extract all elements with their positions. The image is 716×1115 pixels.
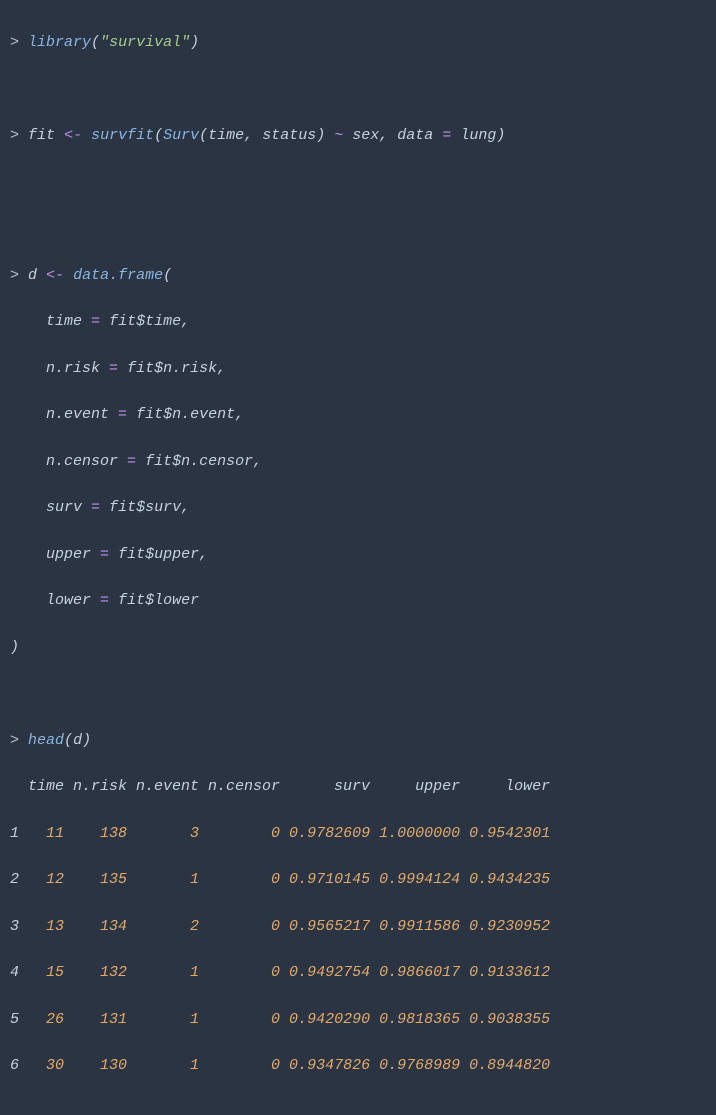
identifier: sex: [352, 127, 379, 144]
code-line: time = fit$time,: [10, 310, 706, 333]
code-line: > d <- data.frame(: [10, 264, 706, 287]
row-index: 3: [10, 918, 19, 935]
paren: (: [154, 127, 163, 144]
field-name: surv: [46, 499, 82, 516]
comma: ,: [253, 453, 262, 470]
code-line: surv = fit$surv,: [10, 496, 706, 519]
prompt-icon: >: [10, 127, 19, 144]
eq-op: =: [442, 127, 451, 144]
field-name: lower: [46, 592, 91, 609]
field-name: upper: [46, 546, 91, 563]
identifier: d: [28, 267, 37, 284]
row-index: 2: [10, 871, 19, 888]
table-row: 5 26 131 1 0 0.9420290 0.9818365 0.90383…: [10, 1008, 706, 1031]
comma: ,: [235, 406, 244, 423]
eq-op: =: [127, 453, 136, 470]
field-rhs: fit$lower: [118, 592, 199, 609]
prompt-icon: >: [10, 34, 19, 51]
code-line: ): [10, 636, 706, 659]
r-console[interactable]: > library("survival") > fit <- survfit(S…: [0, 0, 716, 1115]
field-rhs: fit$n.risk: [127, 360, 217, 377]
code-line: n.censor = fit$n.censor,: [10, 450, 706, 473]
fn-head: head: [28, 732, 64, 749]
field-name: time: [46, 313, 82, 330]
identifier: lung: [460, 127, 496, 144]
field-name: n.censor: [46, 453, 118, 470]
code-line: n.risk = fit$n.risk,: [10, 357, 706, 380]
code-line: > library("survival"): [10, 31, 706, 54]
paren: (: [64, 732, 73, 749]
identifier: status: [262, 127, 316, 144]
paren: ): [82, 732, 91, 749]
eq-op: =: [118, 406, 127, 423]
comma: ,: [244, 127, 262, 144]
blank-line: [10, 682, 706, 705]
table-row: 1 11 138 3 0 0.9782609 1.0000000 0.95423…: [10, 822, 706, 845]
blank-line: [10, 78, 706, 101]
assign-op: <-: [64, 127, 82, 144]
row-index: 4: [10, 964, 19, 981]
fn-dataframe: data.frame: [73, 267, 163, 284]
field-rhs: fit$time: [109, 313, 181, 330]
comma: ,: [199, 546, 208, 563]
tilde-op: ~: [334, 127, 343, 144]
code-line: > fit <- survfit(Surv(time, status) ~ se…: [10, 124, 706, 147]
prompt-icon: >: [10, 732, 19, 749]
row-values: 11 138 3 0 0.9782609 1.0000000 0.9542301: [19, 825, 550, 842]
row-values: 12 135 1 0 0.9710145 0.9994124 0.9434235: [19, 871, 550, 888]
field-rhs: fit$surv: [109, 499, 181, 516]
table-row: 4 15 132 1 0 0.9492754 0.9866017 0.91336…: [10, 961, 706, 984]
comma: ,: [181, 499, 190, 516]
code-line: > head(d): [10, 729, 706, 752]
comma: ,: [379, 127, 397, 144]
field-name: n.risk: [46, 360, 100, 377]
fn-surv: Surv: [163, 127, 199, 144]
paren: ): [496, 127, 505, 144]
blank-line: [10, 171, 706, 194]
identifier: d: [73, 732, 82, 749]
identifier: time: [208, 127, 244, 144]
field-name: n.event: [46, 406, 109, 423]
eq-op: =: [91, 499, 100, 516]
paren: (: [91, 34, 100, 51]
paren: ): [190, 34, 199, 51]
field-rhs: fit$n.censor: [145, 453, 253, 470]
row-values: 13 134 2 0 0.9565217 0.9911586 0.9230952: [19, 918, 550, 935]
field-rhs: fit$upper: [118, 546, 199, 563]
row-values: 30 130 1 0 0.9347826 0.9768989 0.8944820: [19, 1057, 550, 1074]
fn-survfit: survfit: [91, 127, 154, 144]
row-values: 26 131 1 0 0.9420290 0.9818365 0.9038355: [19, 1011, 550, 1028]
paren: (: [199, 127, 208, 144]
row-index: 6: [10, 1057, 19, 1074]
assign-op: <-: [46, 267, 64, 284]
string-literal: "survival": [100, 34, 190, 51]
paren: ): [316, 127, 325, 144]
code-line: n.event = fit$n.event,: [10, 403, 706, 426]
comma: ,: [217, 360, 226, 377]
prompt-icon: >: [10, 267, 19, 284]
paren: ): [10, 639, 19, 656]
table-header: time n.risk n.event n.censor surv upper …: [10, 775, 706, 798]
blank-line: [10, 217, 706, 240]
row-index: 5: [10, 1011, 19, 1028]
row-index: 1: [10, 825, 19, 842]
eq-op: =: [100, 592, 109, 609]
paren: (: [163, 267, 172, 284]
fn-library: library: [28, 34, 91, 51]
comma: ,: [181, 313, 190, 330]
field-rhs: fit$n.event: [136, 406, 235, 423]
table-row: 2 12 135 1 0 0.9710145 0.9994124 0.94342…: [10, 868, 706, 891]
table-row: 3 13 134 2 0 0.9565217 0.9911586 0.92309…: [10, 915, 706, 938]
identifier: fit: [28, 127, 55, 144]
identifier: data: [397, 127, 433, 144]
code-line: upper = fit$upper,: [10, 543, 706, 566]
row-values: 15 132 1 0 0.9492754 0.9866017 0.9133612: [19, 964, 550, 981]
eq-op: =: [109, 360, 118, 377]
table-row: 6 30 130 1 0 0.9347826 0.9768989 0.89448…: [10, 1054, 706, 1077]
eq-op: =: [100, 546, 109, 563]
code-line: lower = fit$lower: [10, 589, 706, 612]
eq-op: =: [91, 313, 100, 330]
